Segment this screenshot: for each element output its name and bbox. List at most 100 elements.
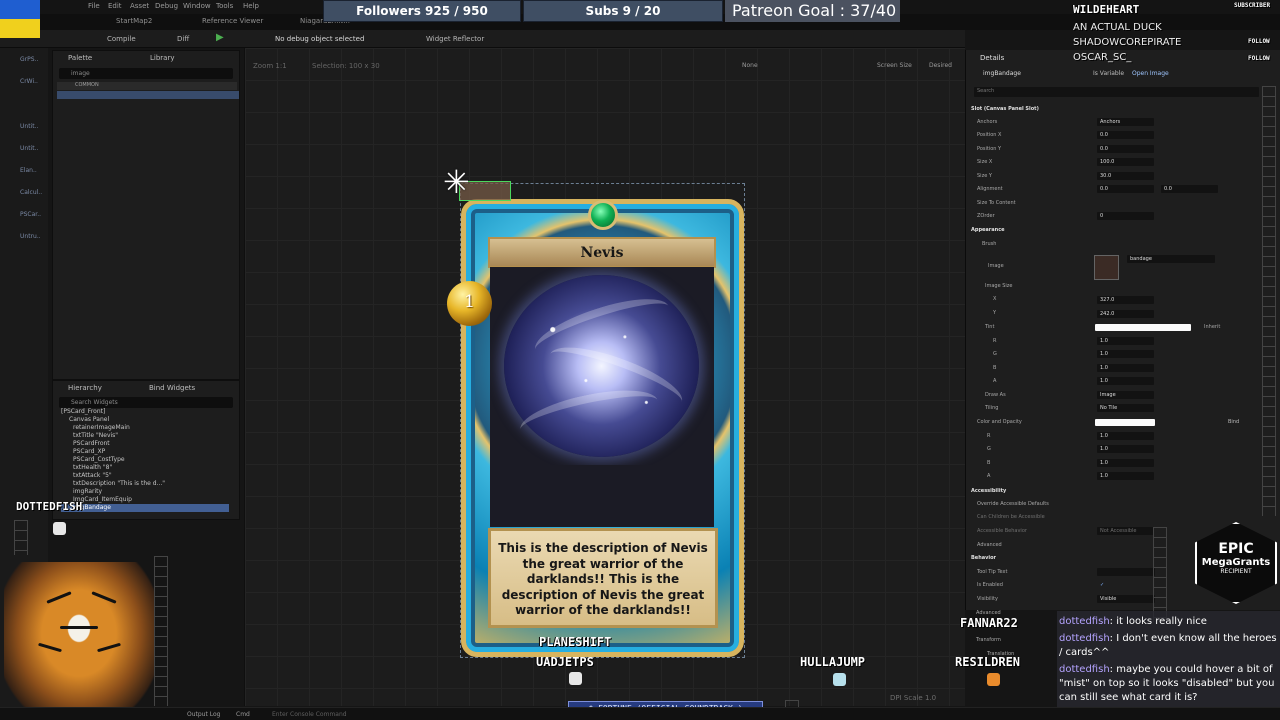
menu-window[interactable]: Window xyxy=(183,2,211,10)
output-log-button[interactable]: Output Log xyxy=(187,711,220,718)
tree-row-selected[interactable]: imgBandage xyxy=(61,504,229,512)
tree-row[interactable]: PSCard_XP xyxy=(61,448,229,456)
canvas-tool-none[interactable]: None xyxy=(742,62,758,69)
tooltip-input[interactable] xyxy=(1097,568,1155,576)
appearance-section-header[interactable]: Appearance xyxy=(971,227,1005,233)
position-y-field[interactable]: 0.0 xyxy=(1097,145,1154,153)
debug-object-select[interactable]: No debug object selected xyxy=(275,35,364,43)
image-asset-dropdown[interactable]: bandage xyxy=(1127,255,1215,263)
tree-row[interactable]: Canvas Panel xyxy=(61,416,229,424)
tint-a-field[interactable]: 1.0 xyxy=(1097,377,1154,385)
rail-item[interactable]: CrWi.. xyxy=(20,78,38,85)
rail-item[interactable]: GrPS.. xyxy=(20,56,38,63)
size-x-field[interactable]: 100.0 xyxy=(1097,158,1154,166)
play-icon[interactable]: ▶ xyxy=(216,32,224,43)
widget-reflector-button[interactable]: Widget Reflector xyxy=(426,35,484,43)
tab-library[interactable]: Library xyxy=(150,54,174,62)
menu-file[interactable]: File xyxy=(88,2,100,10)
card-description[interactable]: This is the description of Nevis the gre… xyxy=(488,528,718,628)
tree-row[interactable]: txtAttack "5" xyxy=(61,472,229,480)
color-opacity-swatch[interactable] xyxy=(1095,419,1155,426)
accessible-behavior-label: Accessible Behavior xyxy=(977,528,1027,534)
rail-item[interactable]: Untru.. xyxy=(20,233,41,240)
rail-item[interactable]: Elan.. xyxy=(20,167,37,174)
tree-row[interactable]: PSCardFront xyxy=(61,440,229,448)
color-b-field[interactable]: 1.0 xyxy=(1097,459,1154,467)
ladder-decoration xyxy=(154,556,168,706)
color-a-label: A xyxy=(987,473,991,479)
menu-edit[interactable]: Edit xyxy=(108,2,122,10)
tab-details[interactable]: Details xyxy=(980,54,1004,62)
palette-search-input[interactable]: image xyxy=(59,68,233,79)
card-title[interactable]: Nevis xyxy=(488,245,716,261)
screen-size-button[interactable]: Screen Size xyxy=(877,62,912,69)
tree-row[interactable]: PSCard_CostType xyxy=(61,456,229,464)
image-y-field[interactable]: 242.0 xyxy=(1097,310,1154,318)
slot-section-header[interactable]: Slot (Canvas Panel Slot) xyxy=(971,106,1039,112)
hierarchy-search-input[interactable]: Search Widgets xyxy=(59,397,233,408)
brush-image-thumbnail[interactable] xyxy=(1094,255,1119,280)
tree-row[interactable]: imgRarity xyxy=(61,488,229,496)
tree-row[interactable]: [PSCard_Front] xyxy=(61,408,229,416)
cmd-dropdown[interactable]: Cmd xyxy=(236,711,250,718)
card-art[interactable] xyxy=(490,267,714,465)
tab-reference-viewer[interactable]: Reference Viewer xyxy=(202,17,263,25)
behavior-section-header[interactable]: Behavior xyxy=(971,555,996,561)
menu-tools[interactable]: Tools xyxy=(216,2,233,10)
desired-size-button[interactable]: Desired xyxy=(929,62,952,69)
zorder-field[interactable]: 0 xyxy=(1097,212,1154,220)
console-command-input[interactable]: Enter Console Command xyxy=(272,711,347,718)
rail-item[interactable]: Calcul.. xyxy=(20,189,42,196)
tab-bind-widgets[interactable]: Bind Widgets xyxy=(149,384,195,392)
advanced-label[interactable]: Advanced xyxy=(977,542,1002,552)
tree-row[interactable]: txtHealth "8" xyxy=(61,464,229,472)
tint-b-field[interactable]: 1.0 xyxy=(1097,364,1154,372)
size-y-field[interactable]: 30.0 xyxy=(1097,172,1154,180)
tint-r-field[interactable]: 1.0 xyxy=(1097,337,1154,345)
tree-row[interactable]: ImgCard_ItemEquip xyxy=(61,496,229,504)
tiling-dropdown[interactable]: No Tile xyxy=(1097,404,1154,412)
tree-row[interactable]: txtTitle "Nevis" xyxy=(61,432,229,440)
tab-palette[interactable]: Palette xyxy=(68,54,92,62)
card-cost-coin[interactable]: 1 xyxy=(447,281,492,326)
tree-row[interactable]: txtDescription "This is the d..." xyxy=(61,480,229,488)
alignment-x-field[interactable]: 0.0 xyxy=(1097,185,1154,193)
color-g-field[interactable]: 1.0 xyxy=(1097,445,1154,453)
rail-item[interactable]: Untit.. xyxy=(20,123,38,130)
widget-name-field[interactable]: imgBandage xyxy=(983,70,1021,77)
menu-help[interactable]: Help xyxy=(243,2,259,10)
menu-debug[interactable]: Debug xyxy=(155,2,178,10)
color-a-field[interactable]: 1.0 xyxy=(1097,472,1154,480)
tint-color-swatch[interactable] xyxy=(1095,324,1191,331)
accessible-behavior-dropdown[interactable]: Not Accessible xyxy=(1097,527,1154,535)
alignment-y-field[interactable]: 0.0 xyxy=(1161,185,1218,193)
transform-section-header[interactable]: Transform xyxy=(976,637,1001,647)
details-search-input[interactable]: Search xyxy=(974,87,1259,97)
palette-category-common[interactable]: COMMON xyxy=(57,82,237,90)
menu-asset[interactable]: Asset xyxy=(130,2,149,10)
green-gem-icon xyxy=(588,200,618,230)
open-image-link[interactable]: Open Image xyxy=(1132,70,1169,77)
tree-row[interactable]: retainerImageMain xyxy=(61,424,229,432)
megagrants-label: MegaGrants xyxy=(1201,557,1271,568)
is-enabled-checkbox[interactable]: ✓ xyxy=(1100,582,1104,592)
position-x-field[interactable]: 0.0 xyxy=(1097,131,1154,139)
rail-item[interactable]: Untit.. xyxy=(20,145,38,152)
size-x-label: Size X xyxy=(977,159,993,165)
tint-g-field[interactable]: 1.0 xyxy=(1097,350,1154,358)
diff-button[interactable]: Diff xyxy=(177,35,189,43)
draw-as-dropdown[interactable]: Image xyxy=(1097,391,1154,399)
image-x-field[interactable]: 327.0 xyxy=(1097,296,1154,304)
anchors-dropdown[interactable]: Anchors xyxy=(1097,118,1154,126)
is-variable-checkbox[interactable]: Is Variable xyxy=(1093,70,1124,77)
accessibility-section-header[interactable]: Accessibility xyxy=(971,488,1006,494)
tab-hierarchy[interactable]: Hierarchy xyxy=(68,384,102,392)
compile-button[interactable]: Compile xyxy=(107,35,136,43)
palette-selected-image[interactable] xyxy=(57,91,239,99)
visibility-dropdown[interactable]: Visible xyxy=(1097,595,1155,603)
color-r-field[interactable]: 1.0 xyxy=(1097,432,1154,440)
pivot-handle-icon[interactable]: ✳ xyxy=(443,166,470,198)
rail-item[interactable]: PSCar.. xyxy=(20,211,41,218)
tab-startmap2[interactable]: StartMap2 xyxy=(116,17,152,25)
bind-button[interactable]: Bind xyxy=(1228,419,1239,425)
